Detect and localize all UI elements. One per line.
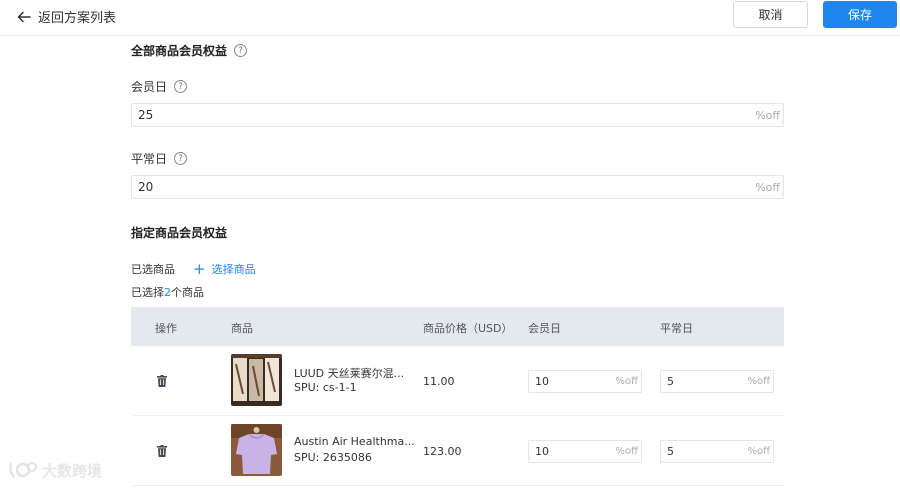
product-spu: SPU: 2635086 — [294, 451, 372, 464]
product-thumbnail — [231, 354, 282, 406]
select-products-link[interactable]: + 选择商品 — [193, 261, 256, 277]
table-header: 操作 商品 商品价格（USD） 会员日 平常日 — [131, 307, 784, 346]
product-spu: SPU: cs-1-1 — [294, 381, 357, 394]
product-name: Austin Air Healthma... — [294, 435, 415, 448]
member-day-label: 会员日 ? — [131, 78, 188, 95]
normal-day-value: 5 — [667, 445, 674, 458]
column-header-normal-day: 平常日 — [660, 322, 693, 335]
percent-off-suffix: %off — [615, 446, 638, 457]
plus-icon: + — [193, 259, 206, 278]
top-bar: 返回方案列表 取消 保存 — [0, 0, 900, 36]
normal-day-label: 平常日 ? — [131, 150, 188, 167]
selected-suffix: 个商品 — [171, 286, 204, 299]
member-day-input[interactable] — [132, 104, 732, 126]
percent-off-suffix: %off — [615, 376, 638, 387]
column-header-product: 商品 — [231, 322, 253, 335]
column-header-price: 商品价格（USD） — [423, 322, 513, 335]
all-products-title: 全部商品会员权益 ? — [131, 42, 248, 59]
product-thumbnail — [231, 424, 282, 476]
select-products-label: 选择商品 — [211, 263, 256, 276]
percent-off-suffix: %off — [747, 446, 770, 457]
table-row: LUUD 天丝莱赛尔混... SPU: cs-1-1 11.00 10 %off… — [131, 346, 784, 416]
percent-off-suffix: %off — [747, 376, 770, 387]
back-to-plan-list-link[interactable]: 返回方案列表 — [16, 7, 116, 26]
trash-icon[interactable] — [157, 375, 167, 387]
member-day-value: 10 — [535, 445, 549, 458]
help-icon[interactable]: ? — [174, 152, 188, 165]
help-icon[interactable]: ? — [174, 80, 188, 93]
member-day-discount-field[interactable]: %off — [131, 103, 784, 127]
watermark-text: 大数跨境 — [42, 461, 103, 480]
specified-products-title-text: 指定商品会员权益 — [131, 226, 228, 240]
column-header-action: 操作 — [155, 322, 177, 335]
watermark-logo-icon — [9, 462, 37, 478]
member-day-row-input[interactable]: 10 %off — [528, 370, 642, 393]
table-row: Austin Air Healthma... SPU: 2635086 123.… — [131, 416, 784, 486]
member-day-value: 10 — [535, 375, 549, 388]
normal-day-label-text: 平常日 — [131, 152, 168, 166]
product-price: 11.00 — [423, 375, 455, 388]
normal-day-row-input[interactable]: 5 %off — [660, 440, 774, 463]
normal-day-row-input[interactable]: 5 %off — [660, 370, 774, 393]
product-price: 123.00 — [423, 445, 462, 458]
all-products-title-text: 全部商品会员权益 — [131, 44, 228, 58]
watermark: 大数跨境 — [8, 459, 102, 481]
selected-count-number: 2 — [164, 286, 171, 299]
normal-day-value: 5 — [667, 375, 674, 388]
member-day-row-input[interactable]: 10 %off — [528, 440, 642, 463]
member-day-label-text: 会员日 — [131, 80, 168, 94]
selected-count-text: 已选择2个商品 — [131, 284, 204, 300]
cancel-button[interactable]: 取消 — [733, 1, 808, 28]
normal-day-input[interactable] — [132, 176, 732, 198]
save-button[interactable]: 保存 — [823, 1, 897, 28]
picked-products-label: 已选商品 — [131, 263, 175, 276]
percent-off-suffix: %off — [755, 109, 780, 122]
back-label: 返回方案列表 — [38, 11, 117, 26]
column-header-member-day: 会员日 — [528, 322, 561, 335]
help-icon[interactable]: ? — [234, 44, 248, 57]
product-table: 操作 商品 商品价格（USD） 会员日 平常日 LUUD 天丝莱赛尔混... S… — [131, 307, 784, 486]
specified-products-title: 指定商品会员权益 — [131, 224, 227, 241]
arrow-left-icon — [17, 11, 31, 22]
selected-prefix: 已选择 — [131, 286, 164, 299]
normal-day-discount-field[interactable]: %off — [131, 175, 784, 199]
percent-off-suffix: %off — [755, 181, 780, 194]
picked-products-row: 已选商品 + 选择商品 — [131, 261, 256, 277]
trash-icon[interactable] — [157, 445, 167, 457]
product-name: LUUD 天丝莱赛尔混... — [294, 367, 405, 380]
